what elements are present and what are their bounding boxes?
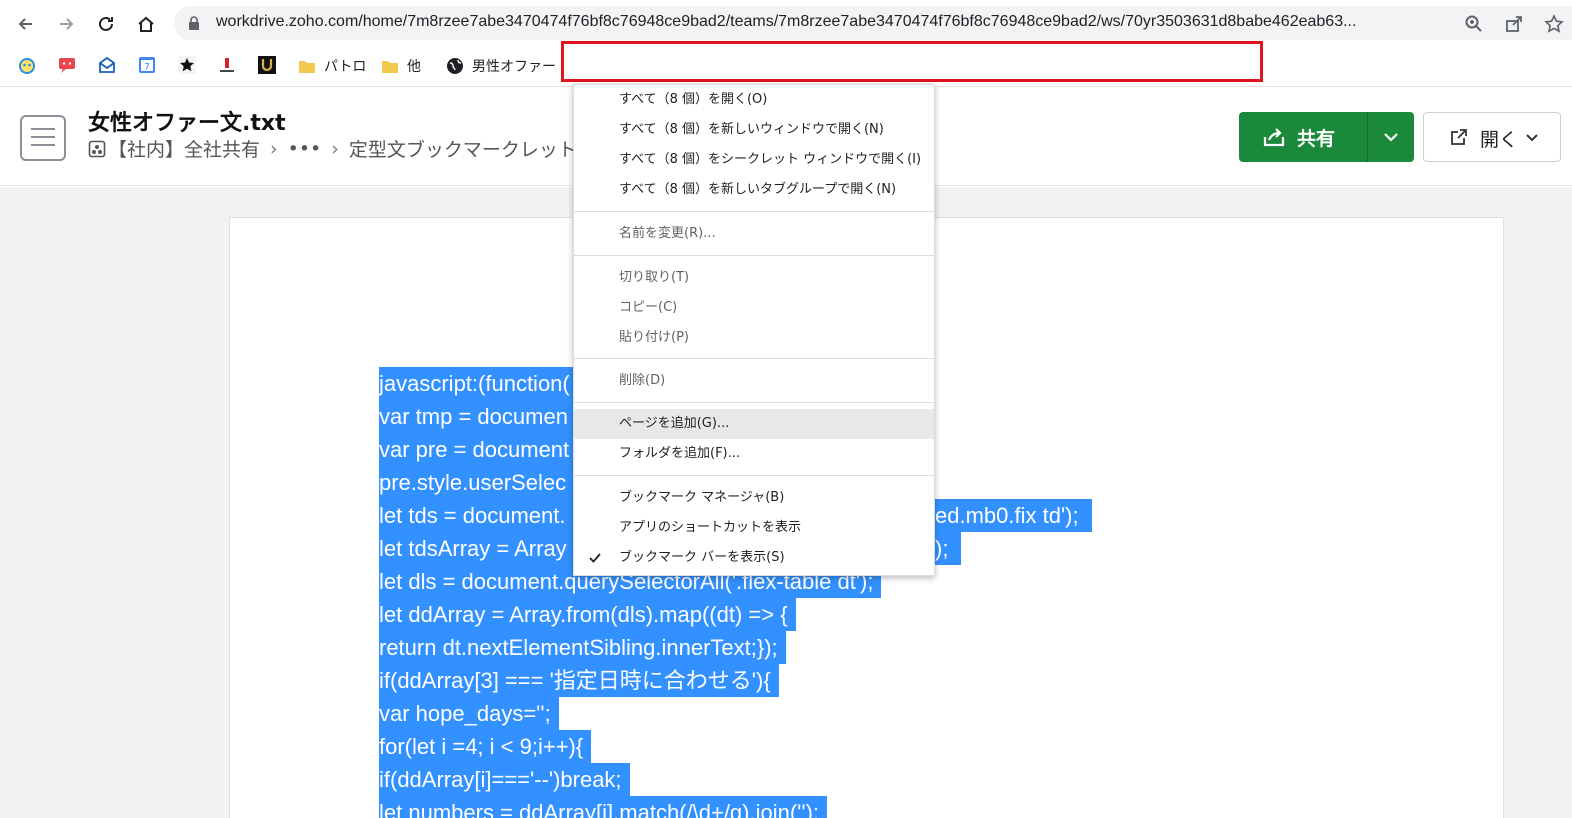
menu-separator [574,255,934,256]
menu-paste: 貼り付け(P) [619,330,689,345]
menu-cut: 切り取り(T) [619,270,690,285]
menu-separator [574,402,934,403]
open-button[interactable]: 開く [1423,112,1561,162]
code-line: if(ddArray[3] === '指定日時に合わせる'){ [379,664,881,697]
u-bookmark-icon[interactable] [257,55,277,75]
bookmark-folder-other[interactable]: 他 [381,55,421,77]
share-button[interactable]: 共有 [1239,112,1414,162]
bookmark-context-menu: すべて（8 個）を開く(O) すべて（8 個）を新しいウィンドウで開く(N) す… [573,84,935,576]
breadcrumb: 【社内】全社共有 › ••• › 定型文ブックマークレット [88,135,577,162]
bookmark-label: 男性オファー [472,59,556,75]
breadcrumb-workspace[interactable]: 【社内】全社共有 [108,135,260,162]
file-title: 女性オファー文.txt [88,111,286,136]
back-button[interactable] [10,8,42,40]
menu-delete: 削除(D) [619,373,666,388]
forward-button[interactable] [50,8,82,40]
code-line: let numbers = ddArray[i].match(/\d+/g).j… [379,796,881,818]
globe-icon [447,58,463,74]
home-button[interactable] [130,8,162,40]
code-line: let ddArray = Array.from(dls).map((dt) =… [379,598,881,631]
menu-copy: コピー(C) [619,300,678,315]
arrow-right-icon [60,18,74,30]
menu-open-all-incognito[interactable]: すべて（8 個）をシークレット ウィンドウで開く(I) [574,145,934,175]
folder-icon [299,61,315,73]
menu-open-all-tab-group[interactable]: すべて（8 個）を新しいタブグループで開く(N) [574,175,934,205]
breadcrumb-ellipsis[interactable]: ••• [288,138,322,160]
url-text[interactable]: workdrive.zoho.com/home/7m8rzee7abe34704… [216,13,1456,31]
code-line: return dt.nextElementSibling.innerText;}… [379,631,881,664]
arrow-left-icon [18,18,32,30]
breadcrumb-folder[interactable]: 定型文ブックマークレット [349,135,577,162]
menu-rename: 名前を変更(R)... [619,226,716,241]
menu-add-folder[interactable]: フォルダを追加(F)... [574,439,934,469]
menu-bookmark-manager[interactable]: ブックマーク マネージャ(B) [574,483,934,513]
highlight-box [561,41,1263,82]
browser-toolbar: workdrive.zoho.com/home/7m8rzee7abe34704… [0,0,1572,46]
checkmark-icon [589,553,601,563]
bookmark-folder-patoro[interactable]: パトロ [298,55,366,77]
menu-separator [574,358,934,359]
chevron-down-icon [1526,134,1538,142]
menu-open-all-new-window[interactable]: すべて（8 個）を新しいウィンドウで開く(N) [574,115,934,145]
external-link-icon [1451,129,1467,145]
split-divider [1367,112,1368,162]
robot-bookmark-icon[interactable] [17,55,37,75]
star-icon[interactable] [1544,14,1564,34]
star-bookmark-icon[interactable] [177,55,197,75]
chevron-right-icon: › [331,137,339,160]
menu-open-all[interactable]: すべて（8 個）を開く(O) [574,85,934,115]
code-line-tail: ed.mb0.fix td'); [935,499,1092,532]
bookmark-male-offer[interactable]: 男性オファー [446,55,556,77]
code-line: for(let i =4; i < 9;i++){ [379,730,881,763]
svg-text:7: 7 [144,63,150,73]
share-icon [1263,128,1285,147]
reload-button[interactable] [90,8,122,40]
code-line: var hope_days=''; [379,697,881,730]
calendar-bookmark-icon[interactable]: 7 [137,55,157,75]
text-file-icon [20,115,66,161]
home-icon [138,16,154,32]
share-label: 共有 [1297,128,1336,150]
zoom-icon[interactable] [1464,14,1484,34]
reload-icon [99,16,113,31]
lock-icon [189,16,199,30]
code-line-tail: ); [935,532,961,565]
chat-bookmark-icon[interactable] [57,55,77,75]
share-page-icon[interactable] [1504,14,1524,34]
open-label: 開く [1480,129,1519,151]
menu-separator [574,211,934,212]
bookmark-label: 他 [407,59,421,75]
code-line: if(ddArray[i]==='--')break; [379,763,881,796]
chevron-right-icon: › [270,137,278,160]
folder-icon [382,61,398,73]
menu-show-app-shortcuts[interactable]: アプリのショートカットを表示 [574,513,934,543]
menu-show-bookmarks-bar[interactable]: ブックマーク バーを表示(S) [574,543,934,573]
team-folder-icon [88,140,106,157]
menu-add-page[interactable]: ページを追加(G)... [574,409,934,439]
menu-separator [574,475,934,476]
bookmark-label: パトロ [324,59,367,75]
chevron-down-icon[interactable] [1382,129,1400,145]
patolo-bookmark-icon[interactable] [217,55,237,75]
menu-item-label: ブックマーク バーを表示(S) [619,550,785,565]
mail-bookmark-icon[interactable] [97,55,117,75]
address-bar[interactable]: workdrive.zoho.com/home/7m8rzee7abe34704… [174,6,1572,40]
